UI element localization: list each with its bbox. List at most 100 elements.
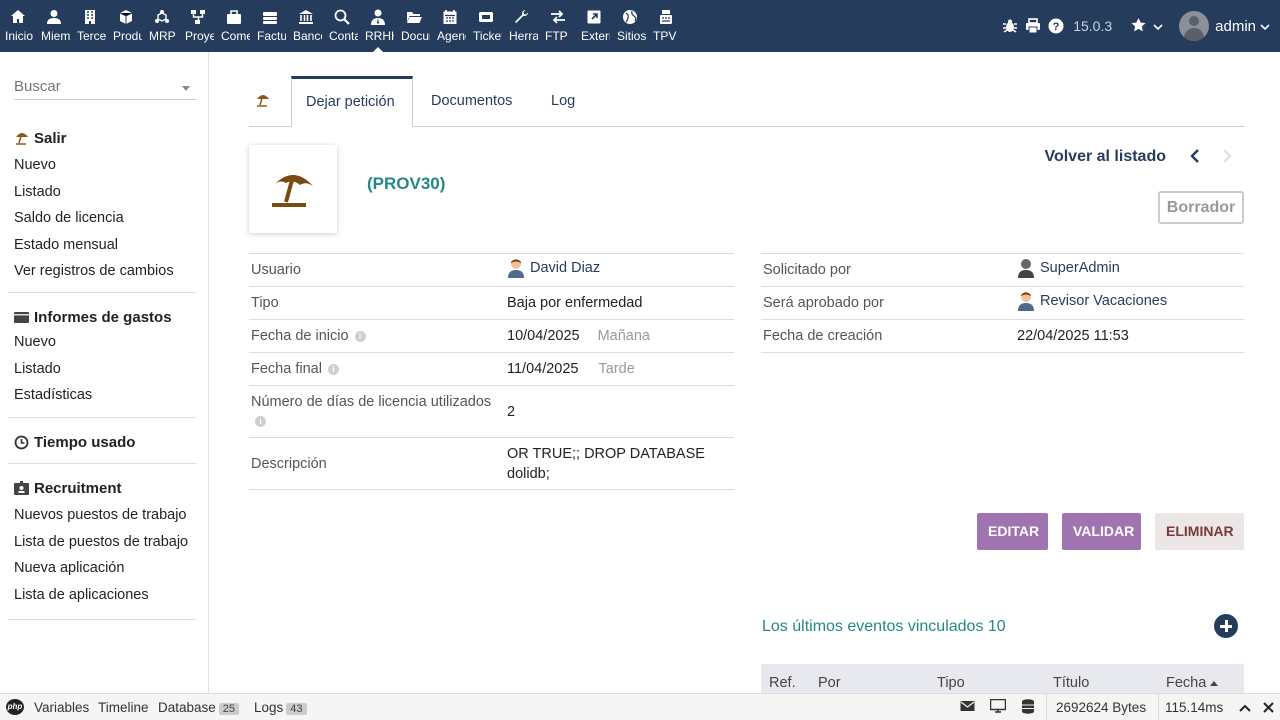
nav-item-terceros[interactable]: Terceros: [72, 0, 108, 52]
menu-link-new-application[interactable]: Nueva aplicación: [14, 555, 196, 582]
nav-item-externo[interactable]: Externo: [576, 0, 612, 52]
nav-item-facturacion[interactable]: Facturación: [252, 0, 288, 52]
column-header-title[interactable]: Título: [1053, 675, 1089, 691]
field-value: 2: [505, 385, 734, 438]
user-link[interactable]: David Diaz: [507, 258, 600, 278]
bug-icon[interactable]: [998, 0, 1021, 52]
nav-item-ftp[interactable]: FTP: [540, 0, 576, 52]
username: admin: [1215, 17, 1256, 35]
menu-link-list-expense[interactable]: Listado: [14, 356, 196, 383]
nav-item-comercial[interactable]: Comercial: [216, 0, 252, 52]
globe-icon: [612, 9, 648, 25]
version-label: 15.0.3: [1073, 18, 1113, 34]
nav-item-rrhh[interactable]: RRHH: [360, 0, 396, 52]
close-icon[interactable]: [1263, 701, 1274, 716]
debug-database[interactable]: Database 25: [158, 700, 240, 715]
help-icon[interactable]: ?: [1044, 0, 1067, 52]
debug-timeline[interactable]: Timeline: [98, 700, 149, 715]
user-icon: [507, 258, 525, 278]
info-icon[interactable]: i: [354, 330, 366, 342]
menu-link-change-log[interactable]: Ver registros de cambios: [14, 258, 196, 285]
nav-item-miembros[interactable]: Miembros: [36, 0, 72, 52]
print-icon[interactable]: [1021, 0, 1044, 52]
php-logo-icon[interactable]: php: [6, 699, 24, 715]
menu-link-monthly-status[interactable]: Estado mensual: [14, 232, 196, 259]
menu-link-new-leave[interactable]: Nuevo: [14, 152, 196, 179]
column-header-by[interactable]: Por: [818, 675, 841, 691]
nav-item-proyectos[interactable]: Proyectos: [180, 0, 216, 52]
tab-bar: Dejar petición Documentos Log: [249, 76, 1244, 127]
nav-item-mrp[interactable]: MRP: [144, 0, 180, 52]
nav-item-inicio[interactable]: Inicio: [0, 0, 36, 52]
nav-item-agenda[interactable]: Agenda: [432, 0, 468, 52]
monitor-icon[interactable]: [989, 698, 1007, 716]
cubes-icon: [144, 9, 180, 25]
caret-down-icon[interactable]: [182, 86, 190, 91]
nav-item-herramientas[interactable]: Herramientas: [504, 0, 540, 52]
chevron-left-icon[interactable]: [1190, 148, 1200, 167]
nav-item-label: Inicio: [5, 29, 34, 43]
linked-events-title[interactable]: Los últimos eventos vinculados 10: [762, 618, 1006, 636]
validate-button[interactable]: VALIDAR: [1062, 513, 1141, 550]
table-row: Será aprobado por Revisor Vacaciones: [761, 286, 1244, 320]
field-label-text: Fecha final: [251, 361, 322, 377]
nav-item-bancos[interactable]: Bancos: [288, 0, 324, 52]
table-row: Tipo Baja por enfermedad: [249, 286, 734, 320]
user-link[interactable]: SuperAdmin: [1017, 258, 1120, 278]
debug-memory: 2692624 Bytes: [1056, 700, 1147, 715]
debug-logs[interactable]: Logs 43: [254, 700, 307, 715]
field-label-text: Fecha de inicio: [251, 328, 349, 344]
debug-time: 115.14ms: [1165, 700, 1224, 715]
menu-link-job-list[interactable]: Lista de puestos de trabajo: [14, 529, 196, 556]
menu-section-time: Tiempo usado: [14, 432, 196, 452]
folder-open-icon: [396, 9, 432, 25]
user-link[interactable]: Revisor Vacaciones: [1017, 291, 1167, 311]
bookmark-menu[interactable]: [1130, 17, 1163, 36]
column-header-date[interactable]: Fecha: [1166, 675, 1219, 691]
nav-item-label: Productos: [113, 29, 142, 43]
field-value: 10/04/2025 Mañana: [505, 319, 734, 353]
nav-item-contabilidad[interactable]: Contabilidad: [324, 0, 360, 52]
chevron-up-icon[interactable]: [1239, 701, 1251, 716]
database-icon[interactable]: [1021, 699, 1035, 717]
menu-link-list-leave[interactable]: Listado: [14, 179, 196, 206]
nav-item-sitios[interactable]: Sitios: [612, 0, 648, 52]
menu-link-statistics[interactable]: Estadísticas: [14, 382, 196, 409]
field-label: Tipo: [249, 286, 505, 320]
column-header-ref[interactable]: Ref.: [769, 675, 796, 691]
star-icon: [1130, 17, 1147, 36]
debug-variables[interactable]: Variables: [34, 700, 89, 715]
user-menu[interactable]: admin: [1179, 11, 1270, 41]
edit-button[interactable]: EDITAR: [977, 513, 1048, 550]
menu-link-new-job[interactable]: Nuevos puestos de trabajo: [14, 502, 196, 529]
menu-link-new-expense[interactable]: Nuevo: [14, 329, 196, 356]
mail-icon[interactable]: [960, 699, 975, 716]
nav-item-tpv[interactable]: TPV: [648, 0, 684, 52]
description-text: OR TRUE;; DROP DATABASE dolidb;: [507, 445, 705, 482]
back-to-list-link[interactable]: Volver al listado: [1044, 148, 1166, 166]
menu-title-leave[interactable]: Salir: [14, 128, 196, 148]
money-stack-icon: [252, 9, 288, 25]
member-icon: [36, 9, 72, 25]
menu-title-expenses[interactable]: Informes de gastos: [14, 307, 196, 327]
nav-item-productos[interactable]: Productos: [108, 0, 144, 52]
search-select[interactable]: [14, 78, 196, 100]
tab-log[interactable]: Log: [537, 76, 589, 127]
tab-leave-request[interactable]: Dejar petición: [291, 76, 413, 127]
nav-item-tickets[interactable]: Tickets: [468, 0, 504, 52]
menu-link-application-list[interactable]: Lista de aplicaciones: [14, 582, 196, 609]
menu-title-time-spent[interactable]: Tiempo usado: [14, 432, 196, 452]
delete-button[interactable]: ELIMINAR: [1155, 513, 1244, 550]
events-table-header: Ref. Por Tipo Título Fecha: [761, 664, 1244, 693]
info-icon[interactable]: i: [327, 363, 339, 375]
nav-item-label: Agenda: [437, 29, 466, 43]
info-icon[interactable]: i: [255, 416, 266, 428]
add-event-icon[interactable]: [1214, 614, 1238, 638]
column-header-type[interactable]: Tipo: [937, 675, 965, 691]
menu-link-leave-balance[interactable]: Saldo de licencia: [14, 205, 196, 232]
tab-documents[interactable]: Documentos: [417, 76, 526, 127]
menu-title-recruitment[interactable]: Recruitment: [14, 478, 196, 498]
search-input[interactable]: [14, 78, 174, 95]
nav-item-documentos[interactable]: Documentos: [396, 0, 432, 52]
field-value: Baja por enfermedad: [505, 286, 734, 320]
